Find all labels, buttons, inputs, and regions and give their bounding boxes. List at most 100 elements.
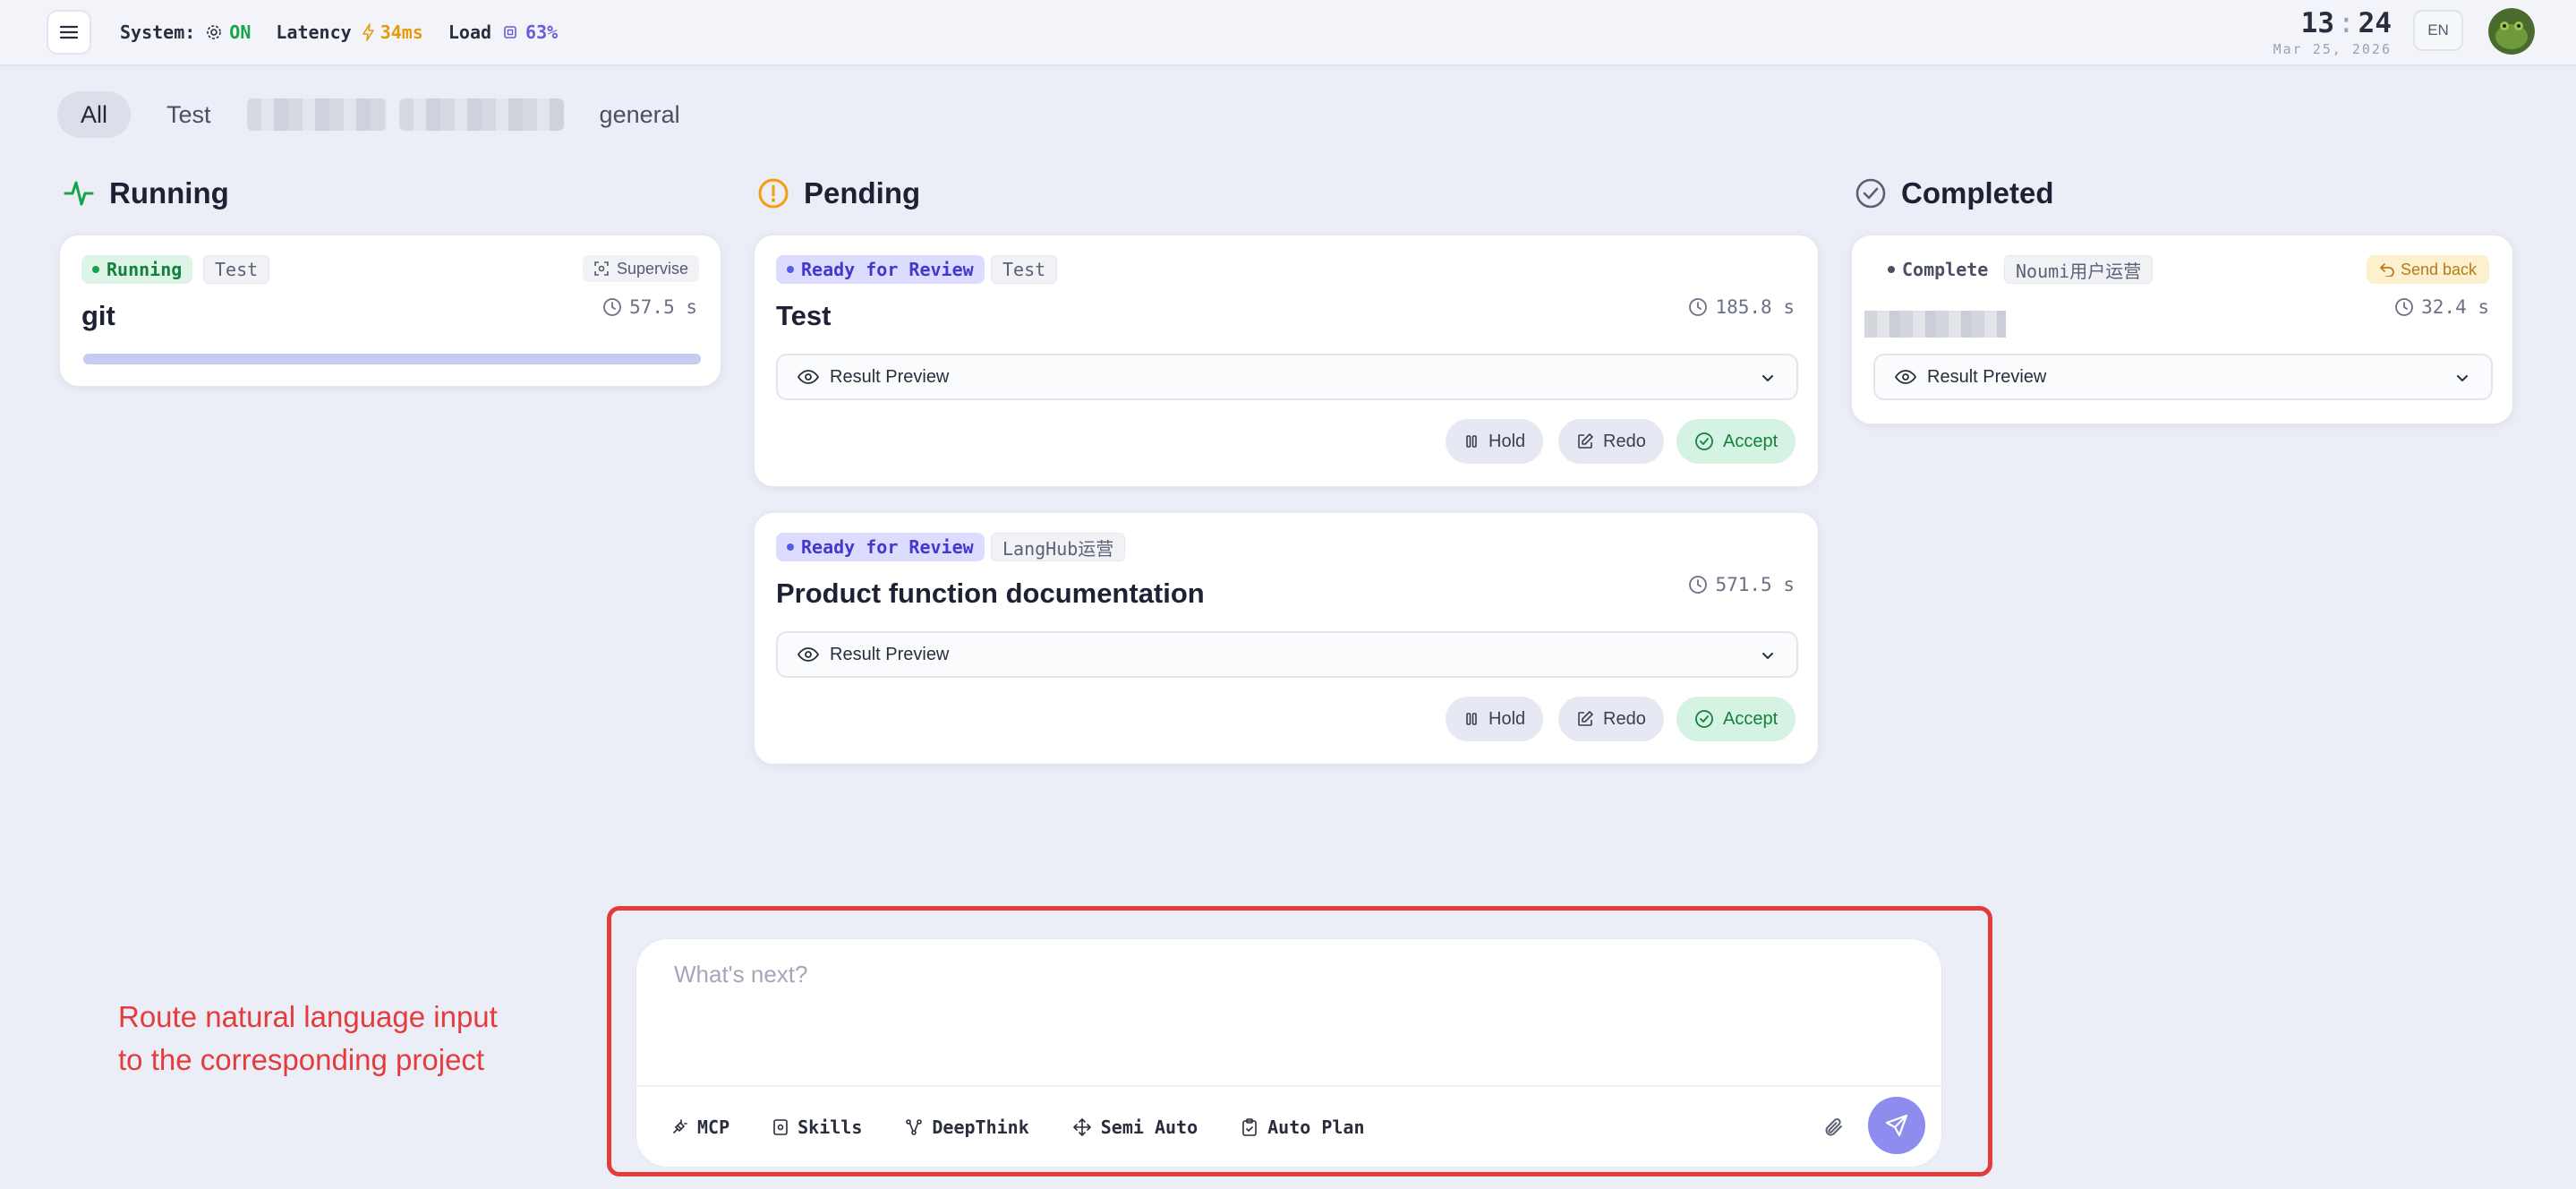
skills-label: Skills: [798, 1116, 863, 1138]
redo-button[interactable]: Redo: [1558, 697, 1664, 741]
hold-button[interactable]: Hold: [1446, 419, 1544, 464]
accept-label: Accept: [1723, 431, 1778, 451]
timer-value: 185.8 s: [1715, 296, 1795, 318]
cpu-icon: [504, 26, 516, 38]
eye-icon: [798, 370, 819, 384]
send-back-button[interactable]: Send back: [2366, 255, 2489, 284]
clock-icon: [1689, 576, 1708, 594]
deepthink-label: DeepThink: [932, 1116, 1029, 1138]
accept-button[interactable]: Accept: [1676, 697, 1796, 741]
mcp-label: MCP: [697, 1116, 730, 1138]
status-badge: Ready for Review: [776, 533, 985, 561]
task-timer: 32.4 s: [2394, 296, 2489, 318]
eye-icon: [1895, 370, 1916, 384]
progress-bar: [83, 354, 701, 364]
project-tag: Noumi用户运营: [2004, 255, 2154, 284]
mcp-button[interactable]: MCP: [670, 1116, 729, 1138]
move-icon: [1072, 1118, 1091, 1136]
task-title-redacted: [1864, 311, 2006, 338]
system-status: System: ON Latency 34ms Load 63%: [120, 18, 583, 47]
avatar-image-icon: [2488, 8, 2535, 55]
preview-label: Result Preview: [830, 644, 950, 664]
check-circle-icon: [1695, 432, 1713, 450]
clock-date: Mar 25, 2026: [2273, 41, 2392, 57]
plug-icon: [673, 1119, 687, 1133]
running-column-header: Running: [61, 175, 229, 211]
timer-value: 57.5 s: [629, 296, 697, 318]
composer-toolbar: MCP Skills DeepThink Semi Auto Auto Plan: [670, 1116, 1408, 1138]
system-value: ON: [229, 21, 252, 43]
prompt-input[interactable]: [674, 961, 1909, 1068]
result-preview-toggle[interactable]: Result Preview: [776, 354, 1798, 400]
check-circle-icon: [1855, 178, 1886, 209]
activity-icon: [64, 181, 94, 206]
auto-plan-label: Auto Plan: [1267, 1116, 1365, 1138]
language-button[interactable]: EN: [2413, 10, 2463, 51]
clock: 13:24 Mar 25, 2026: [2273, 7, 2392, 57]
result-preview-toggle[interactable]: Result Preview: [776, 631, 1798, 678]
box-icon: [773, 1119, 788, 1135]
latency-label: Latency: [276, 21, 352, 43]
semi-auto-button[interactable]: Semi Auto: [1072, 1116, 1198, 1138]
tab-general[interactable]: general: [576, 91, 704, 138]
annotation-line-1: Route natural language input: [118, 1000, 498, 1033]
progress-fill: [83, 354, 701, 364]
clock-hour: 13: [2300, 7, 2334, 39]
pending-column-header: Pending: [755, 175, 920, 211]
redo-button[interactable]: Redo: [1558, 419, 1664, 464]
supervise-button[interactable]: Supervise: [582, 255, 699, 282]
pending-title: Pending: [804, 176, 921, 210]
status-badge: Running: [81, 255, 193, 284]
skills-button[interactable]: Skills: [772, 1116, 862, 1138]
project-tabs: All Test general: [57, 91, 716, 138]
completed-title: Completed: [1901, 176, 2054, 210]
deepthink-button[interactable]: DeepThink: [905, 1116, 1029, 1138]
clock-icon: [603, 298, 622, 316]
send-icon: [1885, 1114, 1908, 1137]
load-value: 63%: [525, 21, 559, 43]
bolt-icon: [362, 23, 374, 41]
tab-all[interactable]: All: [57, 91, 132, 138]
accept-button[interactable]: Accept: [1676, 419, 1796, 464]
status-badge: Ready for Review: [776, 255, 985, 284]
timer-value: 32.4 s: [2421, 296, 2489, 318]
task-title: Test: [776, 300, 832, 331]
completed-task-card[interactable]: Complete Noumi用户运营 Send back 32.4 s Resu…: [1851, 235, 2513, 424]
chevron-down-icon: [1762, 653, 1773, 659]
project-tag: Test: [991, 255, 1058, 284]
status-text: Ready for Review: [801, 536, 974, 558]
running-task-card[interactable]: Running Test Supervise git 57.5 s: [59, 235, 721, 387]
graph-icon: [906, 1119, 923, 1135]
preview-label: Result Preview: [1927, 366, 2047, 387]
preview-label: Result Preview: [830, 366, 950, 387]
status-text: Complete: [1902, 259, 1989, 280]
chevron-down-icon: [1762, 375, 1773, 381]
tab-redacted-2[interactable]: [398, 98, 564, 131]
tab-test[interactable]: Test: [143, 91, 235, 138]
status-text: Ready for Review: [801, 259, 974, 280]
pending-task-card[interactable]: Ready for Review Test Test 185.8 s Resul…: [754, 235, 1819, 487]
chevron-down-icon: [2457, 375, 2468, 381]
hamburger-icon: [60, 25, 78, 39]
menu-button[interactable]: [47, 10, 91, 55]
tab-redacted-1[interactable]: [246, 98, 387, 131]
task-timer: 185.8 s: [1688, 296, 1795, 318]
edit-icon: [1578, 711, 1593, 726]
result-preview-toggle[interactable]: Result Preview: [1873, 354, 2493, 400]
composer-divider: [636, 1085, 1941, 1087]
avatar[interactable]: [2488, 8, 2535, 55]
attach-button[interactable]: [1816, 1109, 1852, 1145]
auto-plan-button[interactable]: Auto Plan: [1241, 1116, 1365, 1138]
status-badge: Complete: [1884, 255, 1999, 284]
alert-circle-icon: [758, 178, 789, 209]
project-tag: LangHub运营: [991, 533, 1126, 561]
clock-icon: [2395, 298, 2414, 316]
composer: MCP Skills DeepThink Semi Auto Auto Plan: [635, 938, 1942, 1168]
timer-value: 571.5 s: [1715, 574, 1795, 595]
running-title: Running: [109, 176, 229, 210]
send-button[interactable]: [1868, 1097, 1925, 1154]
annotation-text: Route natural language input to the corr…: [118, 996, 530, 1082]
pending-task-card[interactable]: Ready for Review LangHub运营 Product funct…: [754, 512, 1819, 765]
annotation-line-2: to the corresponding project: [118, 1043, 485, 1076]
hold-button[interactable]: Hold: [1446, 697, 1544, 741]
